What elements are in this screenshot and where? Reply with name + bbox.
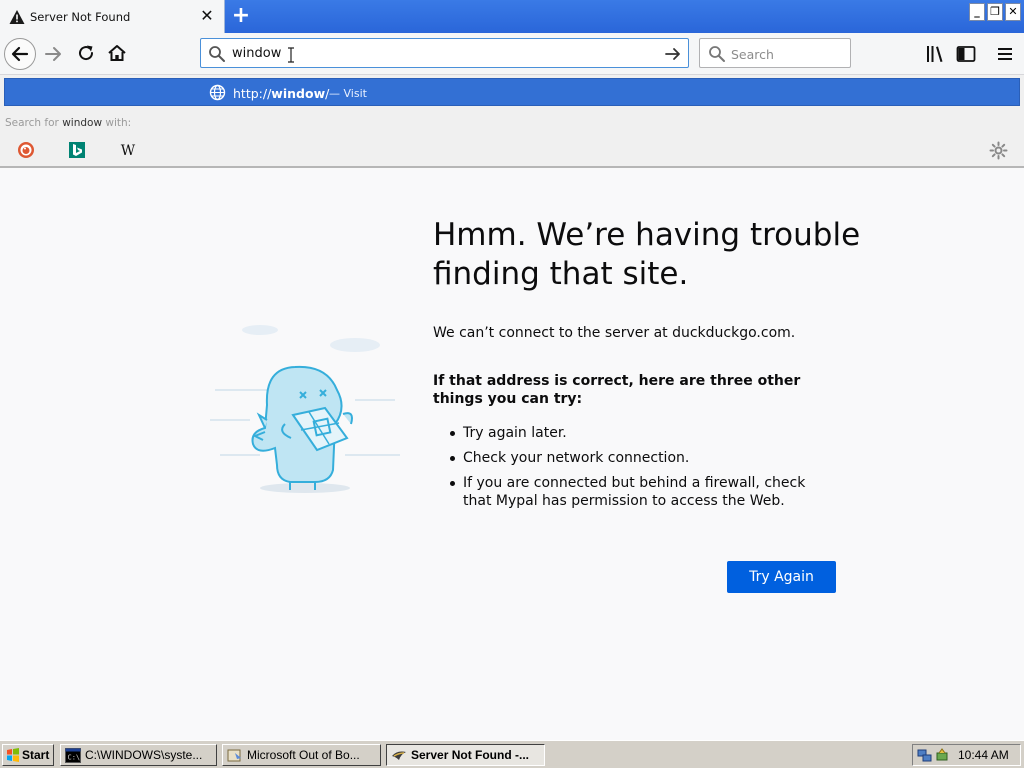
window-controls: _ ❐ ✕ (969, 3, 1021, 21)
taskbar-item-label: C:\WINDOWS\syste... (85, 748, 203, 762)
warning-icon (9, 10, 25, 24)
network-tray-icon[interactable] (917, 748, 932, 763)
search-icon (209, 46, 225, 62)
suggestion-url: http://window/ (233, 86, 329, 101)
search-for-prefix: Search for (5, 117, 59, 129)
list-item: Check your network connection. (447, 449, 827, 467)
system-tray: 10:44 AM (912, 744, 1021, 766)
go-arrow-icon[interactable] (664, 45, 682, 63)
start-button[interactable]: Start (2, 744, 54, 766)
console-icon: C:\ (65, 748, 81, 763)
url-bar[interactable]: window (200, 38, 689, 68)
error-headline: Hmm. We’re having trouble finding that s… (433, 217, 861, 292)
try-again-button[interactable]: Try Again (727, 561, 836, 593)
url-suggestions-dropdown: http://window/ — Visit Search for window… (0, 75, 1024, 168)
svg-text:C:\: C:\ (68, 754, 81, 762)
suggestion-action: — Visit (329, 87, 367, 100)
menu-icon[interactable] (994, 43, 1016, 65)
search-settings-gear-icon[interactable] (989, 141, 1008, 160)
list-item: If you are connected but behind a firewa… (447, 474, 827, 510)
tab-title: Server Not Found (30, 10, 131, 24)
search-for-suffix: with: (105, 117, 132, 129)
taskbar-item-label: Server Not Found -... (411, 748, 530, 762)
tab-server-not-found[interactable]: Server Not Found ✕ (0, 0, 225, 33)
browser-window: Server Not Found ✕ + _ ❐ ✕ window Search… (0, 0, 1024, 768)
error-dinosaur-illustration-icon (210, 325, 400, 493)
sidebar-icon[interactable] (955, 43, 977, 65)
taskbar-item-browser[interactable]: Server Not Found -... (386, 744, 545, 766)
text-cursor-icon (288, 47, 294, 63)
home-icon[interactable] (106, 42, 128, 64)
back-arrow-icon (11, 46, 29, 62)
windows-logo-icon (7, 748, 19, 762)
wikipedia-engine-icon[interactable]: W (119, 141, 137, 159)
globe-icon (209, 84, 226, 101)
close-window-button[interactable]: ✕ (1005, 3, 1021, 21)
error-tips-list: Try again later. Check your network conn… (447, 424, 827, 517)
safely-remove-tray-icon[interactable] (935, 748, 950, 763)
taskbar-item-label: Microsoft Out of Bo... (247, 748, 360, 762)
restore-button[interactable]: ❐ (987, 3, 1003, 21)
taskbar-item-oobe[interactable]: Microsoft Out of Bo... (222, 744, 381, 766)
reload-icon[interactable] (75, 42, 97, 64)
windows-taskbar: Start C:\ C:\WINDOWS\syste... Microsoft … (0, 740, 1024, 768)
tab-strip: Server Not Found ✕ + _ ❐ ✕ (0, 0, 1024, 33)
error-subheading: If that address is correct, here are thr… (433, 373, 801, 407)
oobe-window-icon (227, 749, 241, 762)
taskbar-clock: 10:44 AM (958, 748, 1009, 762)
taskbar-item-cmd[interactable]: C:\ C:\WINDOWS\syste... (60, 744, 217, 766)
navigation-toolbar: window Search (0, 33, 1024, 75)
close-tab-icon[interactable]: ✕ (199, 8, 215, 24)
duckduckgo-engine-icon[interactable] (17, 141, 35, 159)
browser-app-icon (392, 751, 406, 760)
minimize-button[interactable]: _ (969, 3, 985, 21)
url-input-value[interactable]: window (232, 46, 281, 61)
start-label: Start (22, 748, 50, 762)
error-page: Hmm. We’re having trouble finding that s… (0, 170, 1024, 740)
bing-engine-icon[interactable] (68, 141, 86, 159)
search-icon (709, 46, 725, 62)
search-for-label: Search for window with: (5, 117, 131, 129)
suggestion-url-host: window (271, 86, 326, 101)
search-for-term: window (62, 117, 103, 129)
library-icon[interactable] (924, 43, 946, 65)
suggestion-visit-row[interactable]: http://window/ — Visit (4, 78, 1020, 106)
list-item: Try again later. (447, 424, 827, 442)
forward-arrow-icon[interactable] (42, 43, 64, 65)
back-button[interactable] (4, 38, 36, 70)
search-box[interactable]: Search (699, 38, 851, 68)
new-tab-button[interactable]: + (230, 5, 252, 27)
error-description: We can’t connect to the server at duckdu… (433, 325, 796, 341)
svg-text:W: W (121, 143, 136, 159)
suggestion-url-prefix: http:// (233, 86, 272, 101)
search-placeholder: Search (731, 47, 774, 62)
